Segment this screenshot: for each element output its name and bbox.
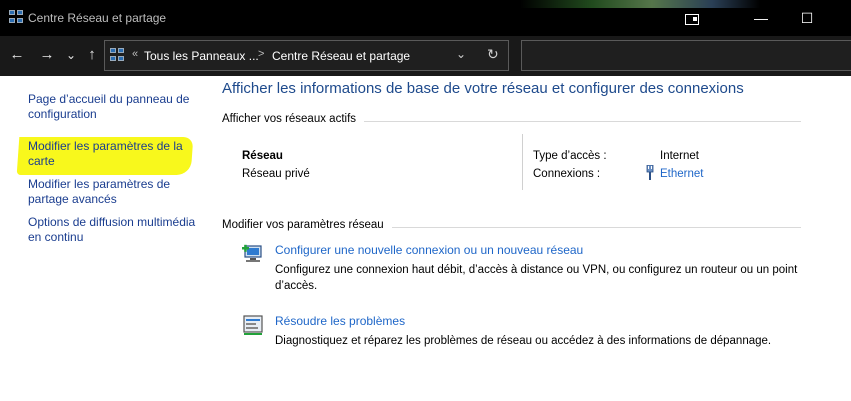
control-panel-icon xyxy=(110,48,124,61)
access-type-value: Internet xyxy=(660,150,699,162)
connections-value: Ethernet xyxy=(660,168,703,180)
forward-button[interactable]: → xyxy=(36,44,58,66)
breadcrumb-all-panels[interactable]: Tous les Panneaux ... xyxy=(144,49,259,63)
address-dropdown-icon[interactable]: ⌄ xyxy=(456,47,466,61)
network-center-icon xyxy=(9,10,23,23)
connections-label: Connexions : xyxy=(533,168,601,180)
search-input[interactable] xyxy=(521,40,851,71)
maximize-button[interactable]: ☐ xyxy=(784,0,830,36)
ethernet-link[interactable]: Ethernet xyxy=(660,168,703,180)
breadcrumb-overflow-icon[interactable]: « xyxy=(132,48,138,60)
titlebar-decoration xyxy=(520,0,760,8)
network-type: Réseau privé xyxy=(242,168,310,180)
sidebar-item-advanced-sharing[interactable]: Modifier les paramètres de partage avanc… xyxy=(28,177,198,207)
active-networks-title: Afficher vos réseaux actifs xyxy=(222,113,357,125)
ethernet-icon xyxy=(646,165,654,180)
setup-new-connection-link[interactable]: Configurer une nouvelle connexion ou un … xyxy=(275,243,583,257)
sidebar-item-adapter-settings[interactable]: Modifier les paramètres de la carte xyxy=(28,139,198,169)
change-settings-title: Modifier vos paramètres réseau xyxy=(222,219,384,231)
troubleshoot-description: Diagnostiquez et réparez les problèmes d… xyxy=(275,335,772,347)
breadcrumb-separator-icon[interactable]: > xyxy=(258,48,264,60)
tablet-mode-icon xyxy=(685,13,699,25)
address-bar[interactable]: « Tous les Panneaux ... > Centre Réseau … xyxy=(104,40,509,71)
up-button[interactable]: ↑ xyxy=(81,44,103,66)
back-button[interactable]: ← xyxy=(6,44,28,66)
vertical-divider xyxy=(522,134,523,190)
access-type-label: Type d’accès : xyxy=(533,150,607,162)
minimize-button[interactable]: — xyxy=(738,0,784,36)
refresh-icon[interactable]: ↻ xyxy=(487,46,499,63)
title-bar: Centre Réseau et partage — ☐ xyxy=(0,0,851,36)
troubleshoot-icon xyxy=(243,315,263,335)
recent-locations-button[interactable]: ⌄ xyxy=(60,44,82,66)
sidebar-item-control-panel-home[interactable]: Page d’accueil du panneau de configurati… xyxy=(28,92,198,122)
window-title: Centre Réseau et partage xyxy=(28,11,167,25)
setup-new-connection-description: Configurez une connexion haut débit, d’a… xyxy=(275,264,798,292)
section-divider xyxy=(392,227,801,228)
tablet-mode-button[interactable] xyxy=(669,0,715,36)
network-name: Réseau xyxy=(242,150,283,162)
new-connection-icon xyxy=(242,244,262,262)
navigation-bar: ← → ⌄ ↑ « Tous les Panneaux ... > Centre… xyxy=(0,36,851,76)
section-divider xyxy=(364,121,801,122)
page-title: Afficher les informations de base de vot… xyxy=(222,80,744,97)
sidebar-item-media-streaming[interactable]: Options de diffusion multimédia en conti… xyxy=(28,215,198,245)
breadcrumb-current[interactable]: Centre Réseau et partage xyxy=(272,49,410,63)
troubleshoot-link[interactable]: Résoudre les problèmes xyxy=(275,314,405,328)
